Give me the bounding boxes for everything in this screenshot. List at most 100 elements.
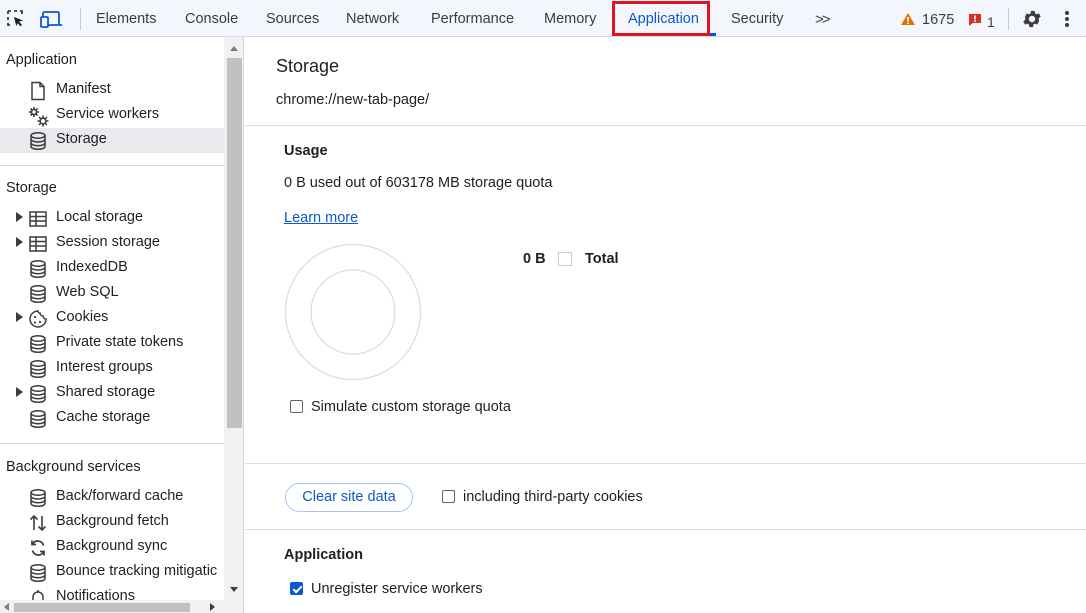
sidebar-item-manifest[interactable]: Manifest [0,78,224,103]
page-title: Storage [276,56,340,76]
sync-icon [28,538,48,558]
section-divider [245,463,1086,464]
sidebar-item-label: IndexedDB [56,259,128,275]
toolbar-separator [1008,8,1009,30]
sidebar-item-session-storage[interactable]: Session storage [0,231,224,256]
database-icon [28,563,48,583]
expand-arrow-icon[interactable] [16,237,23,247]
sidebar-item-label: Storage [56,131,107,147]
usage-heading: Usage [284,143,328,159]
sidebar-section-background-title: Background services [6,459,141,475]
sidebar-item-cookies[interactable]: Cookies [0,306,224,331]
toolbar-separator [80,8,81,30]
settings-gear-icon[interactable] [1021,8,1043,30]
device-toolbar-icon[interactable] [40,9,64,29]
table-icon [28,209,48,229]
third-party-cookies-checkbox[interactable] [442,490,455,503]
sidebar-item-cache-storage[interactable]: Cache storage [0,406,224,431]
storage-panel: Storage chrome://new-tab-page/ Usage 0 B… [245,37,1086,613]
usage-text: 0 B used out of 603178 MB storage quota [284,175,553,191]
sidebar-item-service-workers[interactable]: Service workers [0,103,224,128]
up-down-arrows-icon [28,513,48,533]
sidebar-item-background-fetch[interactable]: Background fetch [0,510,224,535]
sidebar-scroll-thumb[interactable] [227,58,242,428]
sidebar-item-label: Session storage [56,234,160,250]
scroll-left-arrow-icon[interactable] [4,603,9,611]
sidebar-item-label: Back/forward cache [56,488,184,504]
error-message-icon [969,14,981,26]
tab-performance[interactable]: Performance [431,0,514,37]
usage-legend-value: 0 B [523,251,546,267]
expand-arrow-icon[interactable] [16,387,23,397]
sidebar-item-indexeddb[interactable]: IndexedDB [0,256,224,281]
cookie-icon [28,309,48,329]
sidebar-item-background-sync[interactable]: Background sync [0,535,224,560]
sidebar-item-label: Bounce tracking mitigatic [56,563,218,579]
more-tabs-icon[interactable]: >> [815,0,830,37]
sidebar-item-label: Service workers [56,106,160,122]
simulate-quota-checkbox[interactable] [290,400,303,413]
application-heading: Application [284,547,363,563]
more-options-icon[interactable] [1060,9,1074,29]
sidebar-item-label: Cookies [56,309,109,325]
warning-icon [901,13,915,25]
sidebar-item-back-forward-cache[interactable]: Back/forward cache [0,485,224,510]
database-icon [28,334,48,354]
scroll-up-arrow-icon[interactable] [230,46,238,51]
third-party-cookies-label: including third-party cookies [463,489,643,505]
expand-arrow-icon[interactable] [16,312,23,322]
simulate-quota-label: Simulate custom storage quota [311,399,511,415]
database-icon [28,488,48,508]
scroll-right-arrow-icon[interactable] [210,603,215,611]
sidebar-item-label: Cache storage [56,409,151,425]
sidebar-item-label: Interest groups [56,359,153,375]
document-icon [28,81,48,101]
section-divider [245,529,1086,530]
database-icon [28,131,48,151]
usage-legend-swatch [558,252,572,266]
sidebar-item-shared-storage[interactable]: Shared storage [0,381,224,406]
sidebar-item-bounce-tracking[interactable]: Bounce tracking mitigatic [0,560,224,585]
sidebar-item-label: Private state tokens [56,334,184,350]
database-icon [28,284,48,304]
usage-pie-chart [284,243,422,381]
sidebar-item-local-storage[interactable]: Local storage [0,206,224,231]
usage-legend-label: Total [585,251,619,267]
unregister-service-workers-checkbox[interactable] [290,582,303,595]
expand-arrow-icon[interactable] [16,212,23,222]
highlight-box [612,1,710,36]
errors-indicator[interactable]: 1 [968,0,998,37]
sidebar-item-web-sql[interactable]: Web SQL [0,281,224,306]
sidebar-divider [0,443,224,444]
tab-sources[interactable]: Sources [266,0,319,37]
sidebar-item-private-state-tokens[interactable]: Private state tokens [0,331,224,356]
learn-more-link[interactable]: Learn more [284,210,358,226]
table-icon [28,234,48,254]
sidebar-item-label: Background sync [56,538,168,554]
clear-site-data-button[interactable]: Clear site data [285,483,413,512]
origin-url: chrome://new-tab-page/ [276,92,430,108]
database-icon [28,384,48,404]
tab-network[interactable]: Network [346,0,399,37]
sidebar-item-label: Manifest [56,81,111,97]
tab-elements[interactable]: Elements [96,0,156,37]
sidebar-divider [0,165,224,166]
inspect-element-icon[interactable] [6,9,26,29]
sidebar-item-label: Background fetch [56,513,169,529]
tab-memory[interactable]: Memory [544,0,596,37]
sidebar-horizontal-scroll-thumb[interactable] [14,603,190,612]
database-icon [28,259,48,279]
sidebar-item-label: Shared storage [56,384,156,400]
devtools-toolbar: Elements Console Sources Network Perform… [0,0,1086,37]
tab-console[interactable]: Console [185,0,238,37]
database-icon [28,409,48,429]
warnings-indicator[interactable]: 1675 [900,0,958,37]
sidebar-item-label: Local storage [56,209,144,225]
database-icon [28,359,48,379]
sidebar: Application Manifest Service workers Sto… [0,37,244,613]
tab-security[interactable]: Security [731,0,783,37]
sidebar-item-storage[interactable]: Storage [0,128,224,153]
sidebar-item-interest-groups[interactable]: Interest groups [0,356,224,381]
scroll-down-arrow-icon[interactable] [230,587,238,592]
warnings-count: 1675 [922,12,955,28]
